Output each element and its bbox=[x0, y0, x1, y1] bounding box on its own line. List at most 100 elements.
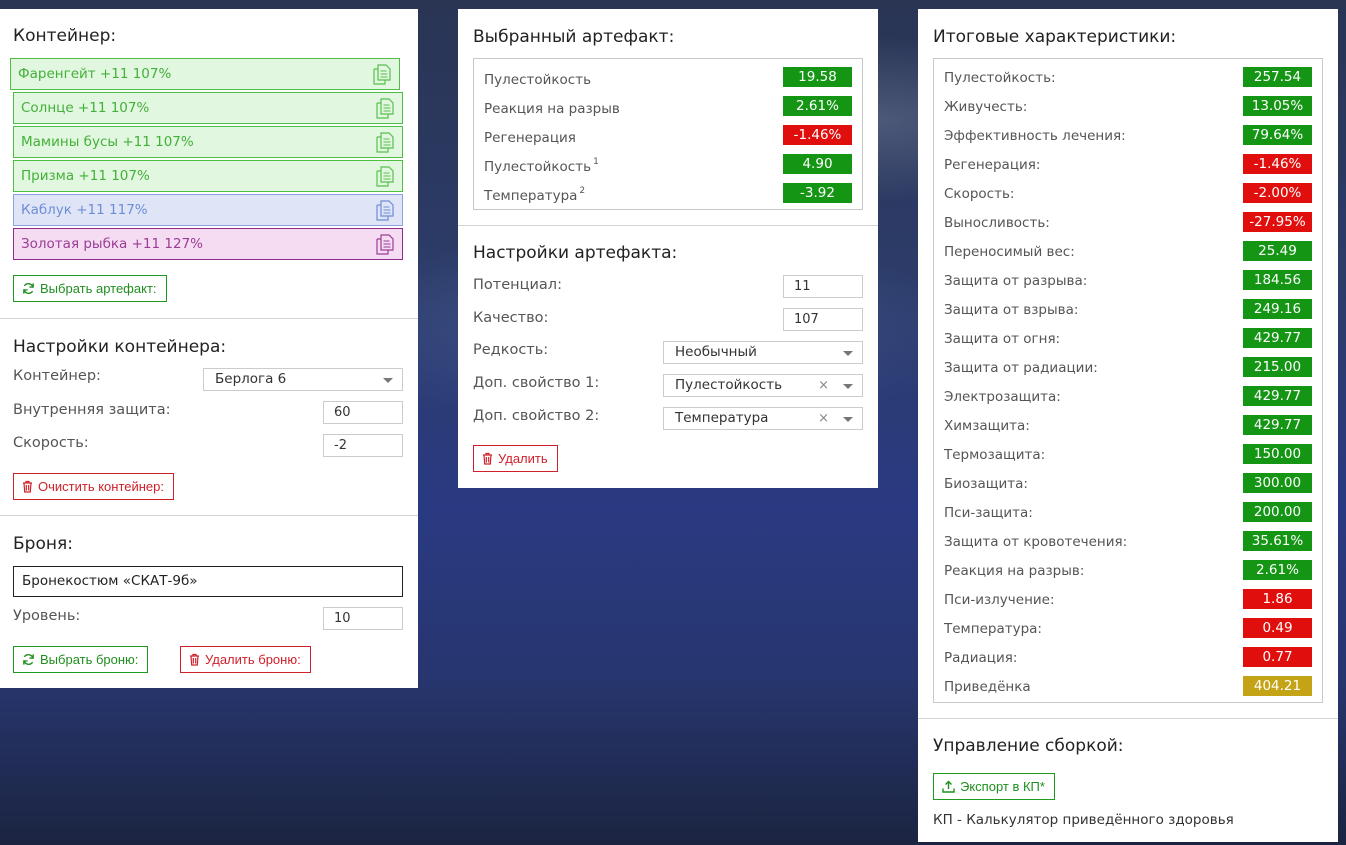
quality-label: Качество: bbox=[473, 310, 549, 326]
selected-artifact-stats: Пулестойкость 19.58 Реакция на разрыв 2.… bbox=[473, 58, 863, 210]
container-select[interactable]: Берлога 6 bbox=[203, 368, 403, 391]
extra2-select[interactable]: Температура × bbox=[663, 407, 863, 430]
slot-label: Мамины бусы +11 107% bbox=[21, 134, 194, 150]
stat-name: Защита от огня: bbox=[944, 331, 1061, 347]
container-slot-5[interactable]: Каблук +11 117% bbox=[13, 194, 403, 226]
container-slot-3[interactable]: Мамины бусы +11 107% bbox=[13, 126, 403, 158]
totals-stat-row: Химзащита: 429.77 bbox=[944, 412, 1312, 441]
container-title: Контейнер: bbox=[13, 26, 117, 46]
divider bbox=[918, 718, 1338, 719]
stat-value: -1.46% bbox=[783, 125, 852, 145]
rarity-select[interactable]: Необычный bbox=[663, 341, 863, 364]
container-slot-2[interactable]: Солнце +11 107% bbox=[13, 92, 403, 124]
stat-value: 79.64% bbox=[1243, 125, 1312, 145]
delete-artifact-button[interactable]: Удалить bbox=[473, 445, 558, 472]
chevron-down-icon bbox=[383, 378, 393, 383]
stat-name: Электрозащита: bbox=[944, 389, 1061, 405]
slot-label: Каблук +11 117% bbox=[21, 202, 148, 218]
stat-value: 429.77 bbox=[1243, 386, 1312, 406]
select-armor-button[interactable]: Выбрать броню: bbox=[13, 646, 149, 673]
slot-label: Фаренгейт +11 107% bbox=[18, 66, 172, 82]
speed-label: Скорость: bbox=[13, 435, 89, 451]
potential-input[interactable] bbox=[783, 275, 863, 298]
rarity-label: Редкость: bbox=[473, 342, 549, 358]
chevron-down-icon bbox=[843, 417, 853, 422]
extra2-label: Доп. свойство 2: bbox=[473, 408, 600, 424]
clear-icon[interactable]: × bbox=[818, 408, 829, 429]
armor-name-field[interactable]: Бронекостюм «СКАТ-9б» bbox=[13, 566, 403, 597]
totals-panel: Итоговые характеристики: Пулестойкость: 2… bbox=[918, 9, 1338, 842]
stat-value: 429.77 bbox=[1243, 328, 1312, 348]
copy-document-icon bbox=[373, 64, 391, 85]
stat-value: 215.00 bbox=[1243, 357, 1312, 377]
stat-value: 300.00 bbox=[1243, 473, 1312, 493]
container-slot-4[interactable]: Призма +11 107% bbox=[13, 160, 403, 192]
potential-label: Потенциал: bbox=[473, 277, 562, 293]
totals-stat-row: Защита от разрыва: 184.56 bbox=[944, 267, 1312, 296]
chevron-down-icon bbox=[843, 351, 853, 356]
stat-name: Переносимый вес: bbox=[944, 244, 1075, 260]
stat-value: 4.90 bbox=[783, 154, 852, 174]
totals-stat-row: Защита от взрыва: 249.16 bbox=[944, 296, 1312, 325]
totals-stat-row: Защита от кровотечения: 35.61% bbox=[944, 528, 1312, 557]
stat-value: 200.00 bbox=[1243, 502, 1312, 522]
speed-input[interactable] bbox=[323, 434, 403, 457]
trash-icon bbox=[190, 653, 199, 666]
quality-input[interactable] bbox=[783, 308, 863, 331]
stat-name: Пулестойкость: bbox=[944, 70, 1056, 86]
stat-name: Приведёнка bbox=[944, 679, 1031, 695]
build-title: Управление сборкой: bbox=[933, 736, 1124, 756]
copy-document-icon bbox=[376, 132, 394, 153]
protection-input[interactable] bbox=[323, 401, 403, 424]
container-slot-6[interactable]: Золотая рыбка +11 127% bbox=[13, 228, 403, 260]
artifact-stat-row: Регенерация -1.46% bbox=[484, 122, 852, 151]
container-slot-1[interactable]: Фаренгейт +11 107% bbox=[10, 58, 400, 90]
container-settings-title: Настройки контейнера: bbox=[13, 337, 227, 357]
stat-value: 1.86 bbox=[1243, 589, 1312, 609]
totals-stat-row: Пси-излучение: 1.86 bbox=[944, 586, 1312, 615]
stat-name: Защита от разрыва: bbox=[944, 273, 1088, 289]
stat-name: Эффективность лечения: bbox=[944, 128, 1126, 144]
slot-label: Солнце +11 107% bbox=[21, 100, 150, 116]
container-select-value: Берлога 6 bbox=[215, 371, 287, 387]
armor-title: Броня: bbox=[13, 534, 73, 554]
stat-name: Скорость: bbox=[944, 186, 1015, 202]
armor-level-input[interactable] bbox=[323, 607, 403, 630]
totals-title: Итоговые характеристики: bbox=[933, 27, 1177, 47]
stat-value: 404.21 bbox=[1243, 676, 1312, 696]
stat-name: Регенерация: bbox=[944, 157, 1041, 173]
artifact-settings-title: Настройки артефакта: bbox=[473, 243, 678, 263]
stat-name: Пси-излучение: bbox=[944, 592, 1055, 608]
stat-value: -3.92 bbox=[783, 183, 852, 203]
slot-label: Призма +11 107% bbox=[21, 168, 150, 184]
trash-icon bbox=[483, 452, 492, 465]
select-artifact-button[interactable]: Выбрать артефакт: bbox=[13, 275, 167, 302]
totals-stat-row: Выносливость: -27.95% bbox=[944, 209, 1312, 238]
stat-name: Защита от радиации: bbox=[944, 360, 1098, 376]
totals-stats: Пулестойкость: 257.54 Живучесть: 13.05% Эффе… bbox=[933, 58, 1323, 703]
export-button[interactable]: Экспорт в КП* bbox=[933, 773, 1055, 800]
stat-name: Температура 2 bbox=[484, 186, 586, 204]
artifact-stat-row: Реакция на разрыв 2.61% bbox=[484, 93, 852, 122]
stat-value: 2.61% bbox=[783, 96, 852, 116]
totals-stat-row: Регенерация: -1.46% bbox=[944, 151, 1312, 180]
stat-value: 19.58 bbox=[783, 67, 852, 87]
extra1-select[interactable]: Пулестойкость × bbox=[663, 374, 863, 397]
build-note: КП - Калькулятор приведённого здоровья bbox=[933, 812, 1234, 828]
extra2-value: Температура bbox=[675, 410, 769, 426]
clear-container-button[interactable]: Очистить контейнер: bbox=[13, 473, 174, 500]
clear-icon[interactable]: × bbox=[818, 375, 829, 396]
armor-level-label: Уровень: bbox=[13, 608, 81, 624]
divider bbox=[458, 225, 878, 226]
stat-name: Пси-защита: bbox=[944, 505, 1033, 521]
delete-armor-button[interactable]: Удалить броню: bbox=[180, 646, 311, 673]
copy-document-icon bbox=[376, 234, 394, 255]
select-artifact-label: Выбрать артефакт: bbox=[40, 281, 157, 296]
container-panel: Контейнер: Фаренгейт +11 107% Солнце +11… bbox=[0, 9, 418, 688]
totals-stat-row: Радиация: 0.77 bbox=[944, 644, 1312, 673]
stat-name: Биозащита: bbox=[944, 476, 1028, 492]
divider bbox=[0, 318, 418, 319]
totals-stat-row: Реакция на разрыв: 2.61% bbox=[944, 557, 1312, 586]
artifact-panel: Выбранный артефакт: Пулестойкость 19.58 … bbox=[458, 9, 878, 488]
refresh-icon bbox=[23, 283, 34, 294]
